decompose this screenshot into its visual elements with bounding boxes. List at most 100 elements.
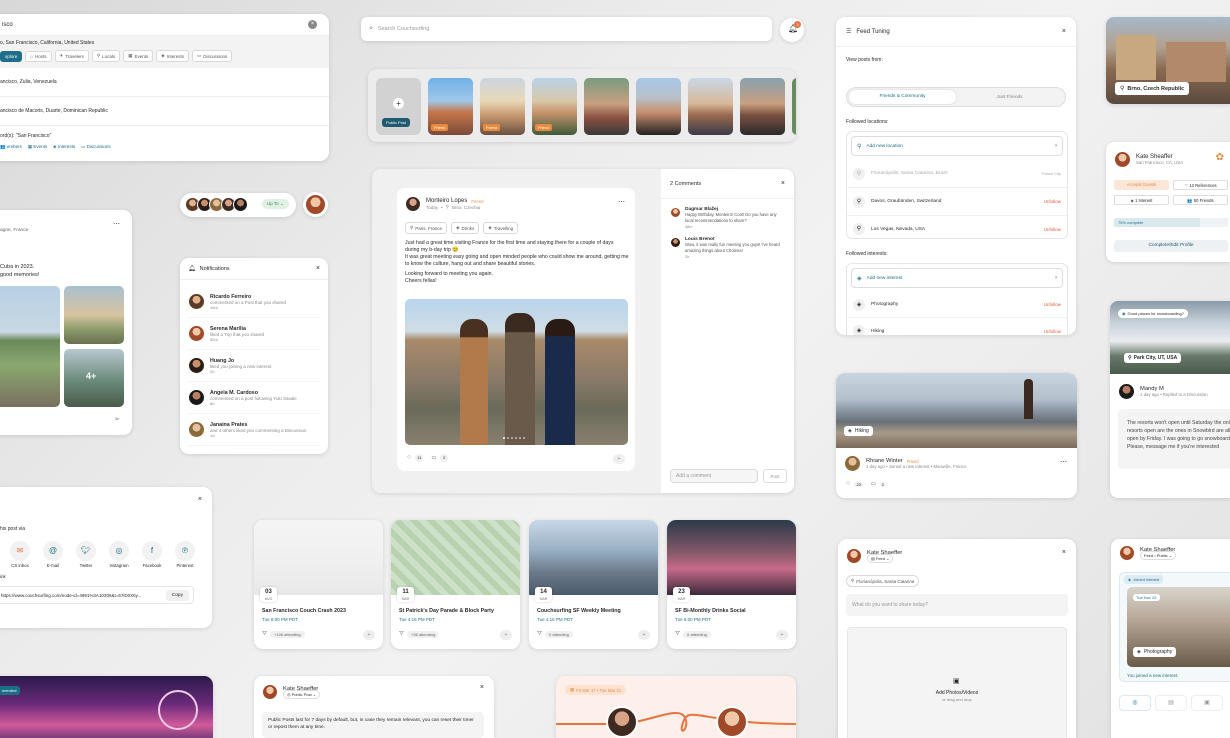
event-card[interactable]: 23 MAR SF Bi-Monthly Drinks Social Tue 6:00… bbox=[667, 520, 796, 649]
audience-dropdown[interactable]: ▤ Feed ⌄ bbox=[867, 554, 894, 563]
story-thumb[interactable] bbox=[740, 78, 785, 135]
send-icon[interactable]: ➢ bbox=[776, 630, 788, 640]
filter-events[interactable]: ▦ Events bbox=[123, 50, 154, 62]
more-options-icon[interactable]: ⋯ bbox=[113, 220, 120, 228]
close-icon[interactable]: × bbox=[781, 180, 785, 187]
share-link[interactable]: https://www.couchsurfing.com/node-id=499… bbox=[1, 593, 166, 598]
close-icon[interactable]: × bbox=[1062, 549, 1066, 556]
filter-locals[interactable]: ⚲ Locals bbox=[91, 50, 121, 62]
location-photo-card[interactable]: ⚲ Brno, Czech Republic bbox=[1106, 17, 1230, 104]
notification-item[interactable]: Serena Marilia liked a Trip that you shar… bbox=[188, 318, 320, 350]
up-to-dropdown[interactable]: Up To ⌄ bbox=[262, 199, 289, 209]
carousel-dots[interactable] bbox=[503, 437, 525, 439]
option-friends-community[interactable]: Friends & Community bbox=[849, 90, 956, 104]
more-options-icon[interactable]: ⋯ bbox=[1060, 458, 1067, 466]
notifications-button[interactable]: 🔔︎ 3 bbox=[780, 18, 804, 42]
send-icon[interactable]: ➢ bbox=[114, 415, 120, 423]
story-thumb[interactable] bbox=[792, 78, 796, 135]
post-photo[interactable] bbox=[64, 286, 124, 344]
unfollow-button[interactable]: Unfollow bbox=[1044, 329, 1061, 334]
image-action-icon[interactable]: ▣ bbox=[1191, 695, 1223, 711]
share-target-instagram[interactable]: ◎ Instagram bbox=[107, 541, 131, 568]
send-icon[interactable]: ➢ bbox=[363, 630, 375, 640]
top-search-bar[interactable]: ⌕ Search Couchsurfing bbox=[361, 17, 772, 41]
comment-input[interactable]: Add a comment bbox=[670, 469, 758, 483]
event-card[interactable]: 03 AUG San Francisco Couch Crash 2023 Tue 6… bbox=[254, 520, 383, 649]
send-icon[interactable]: ➢ bbox=[500, 630, 512, 640]
add-location-button[interactable]: ⚲ Add new location › bbox=[851, 136, 1063, 156]
user-avatar-button[interactable] bbox=[303, 192, 328, 217]
post-photo[interactable] bbox=[405, 299, 628, 445]
active-friends-pill[interactable]: Up To ⌄ bbox=[180, 193, 296, 217]
filter-events-2[interactable]: ▦ Events bbox=[28, 144, 47, 150]
option-just-friends[interactable]: Just Friends bbox=[956, 95, 1063, 100]
share-target-cs-inbox[interactable]: ✉ CS inbox bbox=[8, 541, 32, 568]
search-result-row[interactable]: o, San Francisco, California, United Sta… bbox=[0, 36, 329, 68]
location-chip[interactable]: ⚲ Florianópolis, Santa Catarina bbox=[846, 575, 920, 587]
heart-icon[interactable]: ♡ bbox=[846, 481, 850, 487]
notification-item[interactable]: Huang Jo liked you joining a new interest… bbox=[188, 350, 320, 382]
compose-input[interactable]: What do you want to share today? bbox=[846, 594, 1068, 616]
filter-travelers[interactable]: ✈ Travelers bbox=[54, 50, 89, 62]
audience-dropdown[interactable]: Feed • Public ⌄ bbox=[1140, 551, 1177, 560]
send-icon[interactable]: ➢ bbox=[613, 454, 625, 464]
unfollow-button[interactable]: Unfollow bbox=[1044, 227, 1061, 232]
post-comment-button[interactable]: Post bbox=[763, 469, 787, 483]
post-photo[interactable]: ◉ Good places for snowboarding? ⚲ Park Cit… bbox=[1110, 301, 1230, 374]
story-thumb[interactable] bbox=[688, 78, 733, 135]
filter-discussions[interactable]: ▭ Discussions bbox=[191, 50, 233, 62]
post-photo[interactable] bbox=[0, 286, 60, 407]
notification-item[interactable]: Janaina Prates and 4 others liked you com… bbox=[188, 414, 320, 446]
share-target-twitter[interactable]: 🐦︎ Twitter bbox=[74, 541, 98, 568]
document-action-icon[interactable]: ▤ bbox=[1155, 695, 1187, 711]
location-action-icon[interactable]: ◎ bbox=[1119, 695, 1151, 711]
clear-search-icon[interactable]: × bbox=[308, 20, 317, 29]
settings-icon[interactable]: ✿ bbox=[1216, 152, 1224, 163]
post-photo[interactable]: Tue Nov 22 ◈ Photography bbox=[1127, 587, 1230, 667]
interests-badge[interactable]: ◈ 1 Interest bbox=[1114, 195, 1169, 205]
event-card[interactable]: 14 MAR Couchsurfing SF Weekly Meeting Tue 4… bbox=[529, 520, 658, 649]
search-result-row[interactable]: ancisco de Macoris, Duarte, Dominican Re… bbox=[0, 97, 329, 126]
notification-item[interactable]: Angela M. Cardoso commented on a post fol… bbox=[188, 382, 320, 414]
close-icon[interactable]: × bbox=[198, 496, 202, 503]
media-dropzone[interactable]: ▣ Add Photos/Videos or drag and drop bbox=[847, 627, 1067, 738]
unfollow-button[interactable]: Unfollow bbox=[1044, 199, 1061, 204]
tag-chip[interactable]: ◈ Travelling bbox=[483, 222, 519, 234]
complete-profile-button[interactable]: Complete/Edit Profile bbox=[1114, 240, 1228, 252]
tag-chip[interactable]: ◈ Drinks bbox=[451, 222, 480, 234]
close-icon[interactable]: × bbox=[316, 265, 320, 272]
story-thumb[interactable]: Friend bbox=[480, 78, 525, 135]
copy-button[interactable]: Copy bbox=[165, 589, 189, 601]
add-interest-button[interactable]: ◈ Add new interest › bbox=[851, 268, 1063, 288]
filter-discussions-2[interactable]: ▭ Discussions bbox=[81, 144, 111, 150]
festival-photo-card[interactable]: mended bbox=[0, 676, 213, 738]
search-result-row[interactable]: ord(s): "San Francisco" 👥 embers ▦ Event… bbox=[0, 126, 329, 157]
audience-dropdown[interactable]: ◎ Public Post ⌄ bbox=[283, 690, 321, 699]
add-story-icon[interactable]: + bbox=[393, 98, 404, 109]
comment-icon[interactable]: ▭ bbox=[431, 455, 436, 461]
story-thumb[interactable]: Friend bbox=[428, 78, 473, 135]
close-icon[interactable]: × bbox=[480, 684, 484, 691]
story-thumb[interactable]: Friend bbox=[532, 78, 577, 135]
friends-badge[interactable]: 👥 50 Friends bbox=[1173, 195, 1228, 205]
post-photo-more[interactable]: 4+ bbox=[64, 349, 124, 407]
share-target-pinterest[interactable]: ℗ Pinterest bbox=[173, 541, 197, 568]
filter-interests-2[interactable]: ◈ Interests bbox=[53, 144, 75, 150]
post-photo[interactable]: ◈ Hiking bbox=[836, 373, 1077, 448]
search-query[interactable]: isco bbox=[2, 22, 308, 28]
more-options-icon[interactable]: ⋯ bbox=[618, 198, 625, 206]
tag-chip[interactable]: ⚲ Paris, France bbox=[405, 222, 448, 234]
share-target-e-mail[interactable]: @ E-mail bbox=[41, 541, 65, 568]
search-result-row[interactable]: ancisco, Zulia, Venezuela bbox=[0, 68, 329, 97]
close-icon[interactable]: × bbox=[1062, 28, 1066, 35]
event-card[interactable]: 11 MAR St Patrick's Day Parade & Block Par… bbox=[391, 520, 520, 649]
story-thumb[interactable] bbox=[636, 78, 681, 135]
follow-city-button[interactable]: Follow City bbox=[1041, 171, 1061, 176]
filter-explore[interactable]: xplore bbox=[0, 50, 23, 62]
filter-hosts[interactable]: ⌂ Hosts bbox=[25, 50, 52, 62]
heart-icon[interactable]: ♡ bbox=[407, 455, 411, 461]
send-icon[interactable]: ➢ bbox=[638, 630, 650, 640]
references-badge[interactable]: ♡ 13 References bbox=[1173, 180, 1228, 190]
story-public-post[interactable]: + Public Post bbox=[376, 78, 421, 135]
unfollow-button[interactable]: Unfollow bbox=[1044, 302, 1061, 307]
